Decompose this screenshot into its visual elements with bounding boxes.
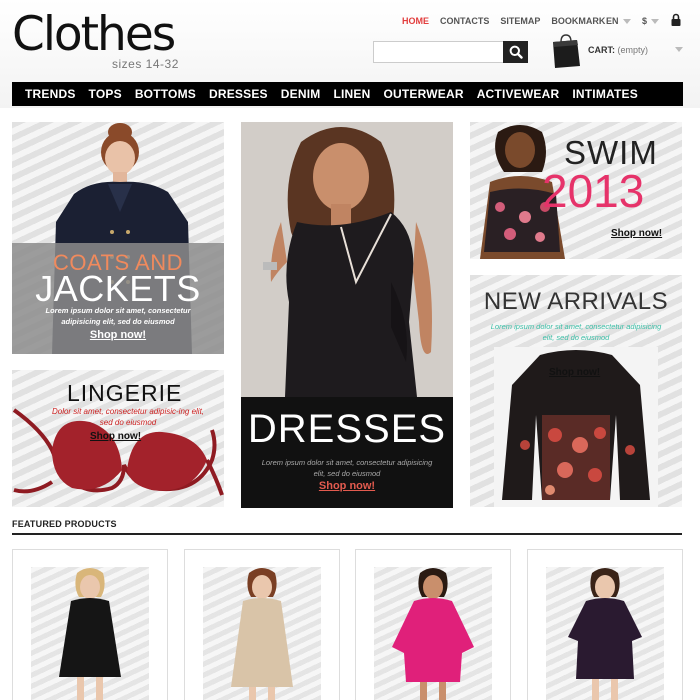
search-button[interactable] bbox=[503, 41, 528, 63]
shop-now-link[interactable]: Shop now! bbox=[12, 329, 224, 341]
product-dress-image bbox=[568, 568, 642, 700]
cart-value: (empty) bbox=[617, 45, 649, 55]
shop-now-link[interactable]: Shop now! bbox=[90, 431, 141, 442]
chevron-down-icon bbox=[622, 18, 631, 24]
nav-item-intimates[interactable]: INTIMATES bbox=[572, 87, 638, 101]
banner-coats-jackets[interactable]: COATS AND JACKETS Lorem ipsum dolor sit … bbox=[12, 122, 224, 354]
banner-title: NEW ARRIVALS bbox=[483, 288, 669, 315]
nav-item-dresses[interactable]: DRESSES bbox=[209, 87, 268, 101]
logo-subtitle: sizes 14-32 bbox=[112, 57, 179, 71]
currency-selector[interactable]: $ bbox=[642, 16, 660, 26]
banner-year: 2013 bbox=[542, 165, 645, 217]
product-image bbox=[374, 567, 492, 700]
main-nav: TRENDS TOPS BOTTOMS DRESSES DENIM LINEN … bbox=[12, 82, 683, 106]
dress-shape bbox=[568, 598, 642, 679]
product-dress-image bbox=[59, 568, 121, 700]
shopping-bag-icon[interactable] bbox=[550, 33, 582, 69]
banner-swim[interactable]: SWIM 2013 Shop now! bbox=[470, 122, 682, 259]
top-link-bookmark[interactable]: BOOKMARK bbox=[551, 16, 605, 26]
top-links: HOME CONTACTS SITEMAP BOOKMARK bbox=[402, 16, 616, 26]
banner-text: Lorem ipsum dolor sit amet, consectetur … bbox=[45, 306, 191, 326]
site-header: Clothes sizes 14-32 HOME CONTACTS SITEMA… bbox=[0, 0, 700, 108]
language-selector[interactable]: EN bbox=[606, 16, 631, 26]
cart-label: CART: bbox=[588, 45, 615, 55]
shop-now-link[interactable]: Shop now! bbox=[241, 480, 453, 492]
top-link-home[interactable]: HOME bbox=[402, 16, 429, 26]
cart-summary[interactable]: CART: (empty) bbox=[588, 45, 648, 55]
dress-shape bbox=[231, 598, 293, 687]
currency-value: $ bbox=[642, 16, 648, 26]
lock-icon[interactable] bbox=[671, 13, 681, 26]
top-link-contacts[interactable]: CONTACTS bbox=[440, 16, 489, 26]
banner-dresses[interactable]: DRESSES Lorem ipsum dolor sit amet, cons… bbox=[241, 122, 453, 508]
banner-lingerie[interactable]: LINGERIE Dolor sit amet, consectetur adi… bbox=[12, 370, 224, 507]
search-icon bbox=[509, 45, 523, 59]
site-logo[interactable]: Clothes sizes 14-32 bbox=[12, 7, 178, 72]
heading-divider bbox=[12, 533, 682, 535]
banner-title: LINGERIE bbox=[67, 380, 183, 406]
shop-now-link[interactable]: Shop now! bbox=[611, 228, 662, 239]
product-image bbox=[546, 567, 664, 700]
nav-item-linen[interactable]: LINEN bbox=[333, 87, 370, 101]
language-value: EN bbox=[606, 16, 619, 26]
nav-item-denim[interactable]: DENIM bbox=[281, 87, 321, 101]
banner-new-arrivals[interactable]: NEW ARRIVALS Lorem ipsum dolor sit amet,… bbox=[470, 275, 682, 507]
logo-title: Clothes bbox=[12, 7, 176, 62]
chevron-down-icon[interactable] bbox=[675, 47, 683, 52]
nav-item-outerwear[interactable]: OUTERWEAR bbox=[383, 87, 463, 101]
dress-shape bbox=[59, 598, 121, 677]
banner-title: JACKETS bbox=[35, 268, 201, 309]
featured-products-heading: FEATURED PRODUCTS bbox=[12, 519, 117, 529]
nav-item-bottoms[interactable]: BOTTOMS bbox=[135, 87, 196, 101]
nav-item-tops[interactable]: TOPS bbox=[89, 87, 122, 101]
shop-now-link[interactable]: Shop now! bbox=[549, 367, 600, 378]
product-card[interactable] bbox=[527, 549, 683, 700]
chevron-down-icon bbox=[651, 18, 660, 24]
product-dress-image bbox=[392, 568, 474, 700]
product-card[interactable] bbox=[184, 549, 340, 700]
product-dress-image bbox=[231, 568, 293, 700]
dress-shape bbox=[392, 598, 474, 682]
banner-text: Dolor sit amet, consectetur adipisic-ing… bbox=[51, 407, 205, 427]
banner-text: Lorem ipsum dolor sit amet, consectetur … bbox=[490, 322, 662, 342]
search-input[interactable] bbox=[373, 41, 504, 63]
product-image bbox=[203, 567, 321, 700]
product-image bbox=[31, 567, 149, 700]
top-link-sitemap[interactable]: SITEMAP bbox=[500, 16, 540, 26]
product-card[interactable] bbox=[355, 549, 511, 700]
banner-text: Lorem ipsum dolor sit amet, consectetur … bbox=[261, 458, 433, 478]
nav-item-trends[interactable]: TRENDS bbox=[25, 87, 76, 101]
product-card[interactable] bbox=[12, 549, 168, 700]
nav-item-activewear[interactable]: ACTIVEWEAR bbox=[477, 87, 560, 101]
banner-title: DRESSES bbox=[247, 407, 447, 451]
